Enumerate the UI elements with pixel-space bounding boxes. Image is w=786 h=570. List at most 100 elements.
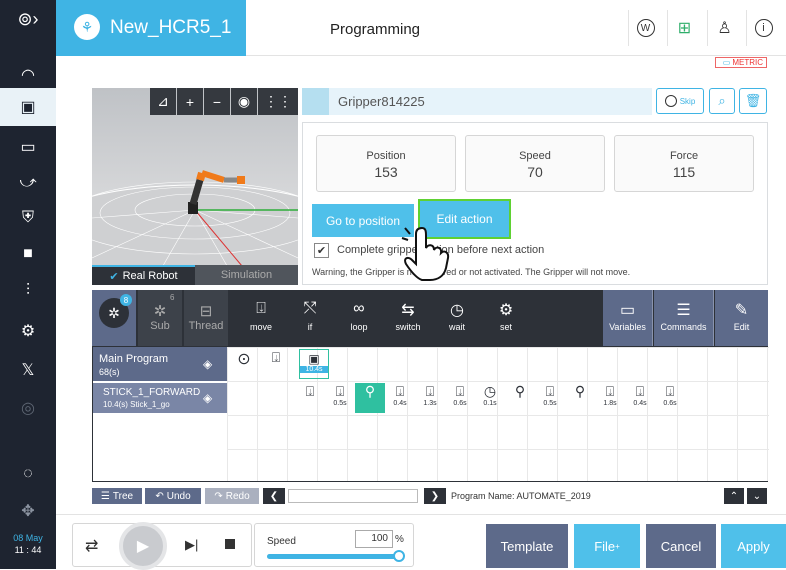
tab-real-robot[interactable]: ✔ Real Robot: [92, 265, 195, 285]
palette-wait[interactable]: ◷ wait: [434, 290, 480, 346]
shield-icon[interactable]: ⛨: [0, 199, 56, 237]
camera-icon[interactable]: ■: [0, 235, 56, 273]
tab-thread[interactable]: ⊟ Thread: [184, 290, 228, 346]
switch-icon: ⇆: [401, 302, 415, 319]
tab-simulation-label: Simulation: [220, 269, 273, 281]
template-button[interactable]: Template: [486, 524, 568, 568]
layers-icon[interactable]: ◈: [203, 357, 212, 371]
x-icon[interactable]: 𝕏: [0, 351, 56, 389]
timeline-cell[interactable]: ⚲: [505, 383, 535, 413]
stat-position[interactable]: Position 153: [316, 135, 456, 192]
tab-sub-label: Sub: [150, 320, 170, 332]
timeline-cell[interactable]: ⍗ 1.8s: [595, 383, 625, 413]
layers-icon[interactable]: ◈: [203, 391, 212, 405]
playback-controls: ⇄ ▶ ▶|: [72, 522, 252, 570]
network-icon[interactable]: ⊞: [667, 10, 701, 46]
palette-if[interactable]: ⤲ if: [287, 290, 333, 346]
timeline-scrollbar[interactable]: [288, 489, 418, 503]
speed-slider-handle[interactable]: [393, 550, 405, 562]
robot-arm-icon[interactable]: ⤻: [0, 164, 56, 202]
trash-icon[interactable]: 🗑: [739, 88, 767, 114]
logo-menu-icon[interactable]: ⊚›: [0, 0, 56, 38]
stat-speed-label: Speed: [519, 150, 551, 162]
eye-icon[interactable]: ◉: [231, 88, 257, 115]
timeline-cell[interactable]: ⍗ 0.4s: [385, 383, 415, 413]
stat-force[interactable]: Force 115: [614, 135, 754, 192]
timeline-cell[interactable]: ⍗ 1.3s: [415, 383, 445, 413]
timeline-cell[interactable]: ⍗ 0.6s: [445, 383, 475, 413]
scroll-up-button[interactable]: ⌃: [724, 488, 744, 504]
stat-force-value: 115: [672, 164, 696, 180]
skip-radio-icon: [664, 95, 677, 107]
search-icon[interactable]: ⌕: [709, 88, 735, 114]
complete-checkbox[interactable]: ✔: [314, 243, 329, 258]
play-button[interactable]: ▶: [119, 522, 167, 570]
sub-call-block[interactable]: ▣ 10.4s: [299, 349, 329, 379]
timeline-cell[interactable]: ⍗ 0.4s: [625, 383, 655, 413]
scroll-right-button[interactable]: ❯: [424, 488, 446, 504]
measure-icon[interactable]: ⊿: [150, 88, 176, 115]
joystick-icon[interactable]: ✥: [0, 492, 56, 530]
palette-variables[interactable]: ▭ Variables: [603, 290, 653, 346]
chat-icon[interactable]: ◌: [0, 455, 56, 493]
timeline-cell[interactable]: ◷ 0.1s: [475, 383, 505, 413]
go-to-position-button[interactable]: Go to position: [312, 204, 414, 237]
speed-input[interactable]: 100: [355, 530, 393, 548]
redo-button[interactable]: ↷ Redo: [205, 488, 259, 504]
skip-button[interactable]: Skip: [656, 88, 704, 114]
zoom-out-icon[interactable]: −: [204, 88, 230, 115]
w-icon[interactable]: W: [628, 10, 662, 46]
gripper-warning: Warning, the Gripper is not powered or n…: [312, 267, 631, 277]
sub-count-badge: 6: [170, 293, 175, 302]
tab-real-robot-label: Real Robot: [122, 270, 178, 282]
move-icon: ⍗: [256, 300, 266, 317]
move-joint-icon[interactable]: ⍗: [261, 349, 291, 379]
speed-slider[interactable]: [267, 550, 405, 562]
palette-set[interactable]: ⚙ set: [483, 290, 529, 346]
info-icon[interactable]: i: [746, 10, 780, 46]
speed-control: Speed 100 %: [254, 523, 414, 567]
stick-forward-row[interactable]: STICK_1_FORWARD 10.4(s) Stick_1_go ◈: [93, 383, 227, 413]
io-settings-icon[interactable]: ⫶: [0, 272, 56, 310]
grid-menu-icon[interactable]: ⋮⋮: [258, 88, 298, 115]
tab-sub[interactable]: ✲ Sub 6: [138, 290, 182, 346]
palette-commands[interactable]: ☰ Commands: [654, 290, 714, 346]
undo-button[interactable]: ↶ Undo: [145, 488, 201, 504]
robot-viewer[interactable]: ⊿ + − ◉ ⋮⋮ ✔ Real Robot Simulation: [92, 88, 298, 285]
power-icon[interactable]: ◎: [0, 389, 56, 427]
tab-main-program[interactable]: ✲ 8: [92, 290, 136, 346]
timeline-cell[interactable]: ⚲: [355, 383, 385, 413]
scroll-down-button[interactable]: ⌄: [747, 488, 767, 504]
user-icon[interactable]: ♙: [707, 10, 741, 46]
apply-button[interactable]: Apply: [721, 524, 786, 568]
palette-loop[interactable]: ∞ loop: [336, 290, 382, 346]
cancel-button[interactable]: Cancel: [646, 524, 716, 568]
tree-label: Tree: [112, 490, 134, 502]
gear-icon[interactable]: ⚙: [0, 312, 56, 350]
project-header[interactable]: ⚘ New_HCR5_1: [56, 0, 246, 56]
scroll-left-button[interactable]: ❮: [263, 488, 285, 504]
zoom-in-icon[interactable]: +: [177, 88, 203, 115]
program-icon[interactable]: ▣: [0, 88, 56, 126]
tab-simulation[interactable]: Simulation: [195, 265, 298, 285]
commands-icon: ☰: [676, 302, 691, 319]
tree-button[interactable]: ☰ Tree: [92, 488, 142, 504]
palette-set-label: set: [499, 322, 512, 332]
start-node-icon[interactable]: ⊙: [229, 349, 259, 379]
timeline-cell[interactable]: ⍗: [295, 383, 325, 413]
file-button[interactable]: File +: [574, 524, 640, 568]
timeline-cell[interactable]: ⚲: [565, 383, 595, 413]
stop-icon[interactable]: [225, 539, 235, 549]
palette-move[interactable]: ⍗ move: [238, 290, 284, 346]
timeline-cell[interactable]: ⍗ 0.5s: [535, 383, 565, 413]
monitor-icon[interactable]: ▭: [0, 128, 56, 166]
action-name[interactable]: Gripper814225: [338, 94, 425, 109]
repeat-icon[interactable]: ⇄: [85, 536, 98, 556]
main-program-row[interactable]: Main Program 68(s) ◈: [93, 347, 227, 381]
palette-edit[interactable]: ✎ Edit: [715, 290, 768, 346]
palette-switch[interactable]: ⇆ switch: [385, 290, 431, 346]
step-icon[interactable]: ▶|: [185, 537, 198, 553]
timeline-cell[interactable]: ⍗ 0.6s: [655, 383, 685, 413]
timeline-cell[interactable]: ⍗ 0.5s: [325, 383, 355, 413]
stat-speed[interactable]: Speed 70: [465, 135, 605, 192]
